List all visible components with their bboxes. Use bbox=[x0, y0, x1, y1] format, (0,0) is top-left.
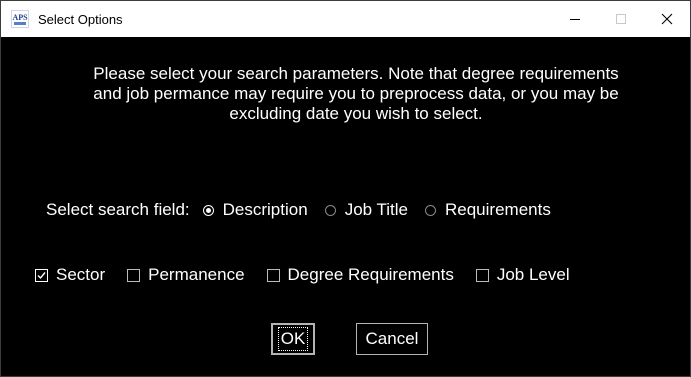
checkbox-unchecked-icon[interactable] bbox=[266, 268, 280, 282]
checkbox-label: Degree Requirements bbox=[287, 265, 454, 284]
checkmark-icon bbox=[37, 271, 46, 279]
close-button[interactable] bbox=[644, 1, 690, 37]
search-field-group: Select search field: Description Job Tit… bbox=[46, 200, 551, 220]
radio-unselected-icon[interactable] bbox=[425, 204, 436, 216]
checkbox-permanence[interactable]: Permanence bbox=[127, 265, 245, 285]
checkbox-label: Permanence bbox=[148, 265, 245, 284]
select-options-window: APS Select Options Please select your se… bbox=[0, 0, 691, 377]
aps-physics-icon: APS bbox=[11, 10, 29, 28]
checkbox-unchecked-icon[interactable] bbox=[127, 268, 141, 282]
radio-label: Description bbox=[222, 200, 308, 219]
checkbox-checked-icon[interactable] bbox=[35, 268, 48, 282]
filter-checkbox-group: Sector Permanence Degree Requirements Jo… bbox=[35, 265, 570, 285]
radio-description[interactable]: Description bbox=[202, 200, 308, 220]
checkbox-job-level[interactable]: Job Level bbox=[475, 265, 570, 285]
maximize-icon bbox=[616, 14, 626, 24]
ok-button[interactable]: OK bbox=[271, 323, 315, 355]
title-bar[interactable]: APS Select Options bbox=[1, 1, 690, 37]
radio-label: Job Title bbox=[344, 200, 408, 219]
ok-button-label: OK bbox=[277, 327, 309, 351]
radio-selected-icon[interactable] bbox=[202, 204, 214, 216]
close-icon bbox=[661, 13, 673, 25]
checkbox-label: Job Level bbox=[496, 265, 570, 284]
radio-job-title[interactable]: Job Title bbox=[324, 200, 408, 220]
checkbox-sector[interactable]: Sector bbox=[35, 265, 105, 285]
minimize-button[interactable] bbox=[552, 1, 598, 37]
checkbox-degree-requirements[interactable]: Degree Requirements bbox=[266, 265, 454, 285]
window-controls bbox=[552, 1, 690, 37]
checkbox-unchecked-icon[interactable] bbox=[475, 268, 489, 282]
checkbox-label: Sector bbox=[56, 265, 106, 284]
window-title: Select Options bbox=[38, 11, 123, 27]
app-icon-text: APS bbox=[12, 13, 28, 22]
radio-requirements[interactable]: Requirements bbox=[425, 200, 551, 220]
cancel-button[interactable]: Cancel bbox=[356, 323, 428, 355]
radio-label: Requirements bbox=[445, 200, 551, 219]
minimize-icon bbox=[570, 19, 580, 20]
search-field-label: Select search field: bbox=[46, 200, 190, 219]
dialog-content: Please select your search parameters. No… bbox=[1, 37, 690, 376]
dialog-buttons: OK Cancel bbox=[1, 323, 690, 355]
instructions-text: Please select your search parameters. No… bbox=[93, 64, 619, 123]
maximize-button[interactable] bbox=[598, 1, 644, 37]
radio-unselected-icon[interactable] bbox=[324, 204, 336, 216]
